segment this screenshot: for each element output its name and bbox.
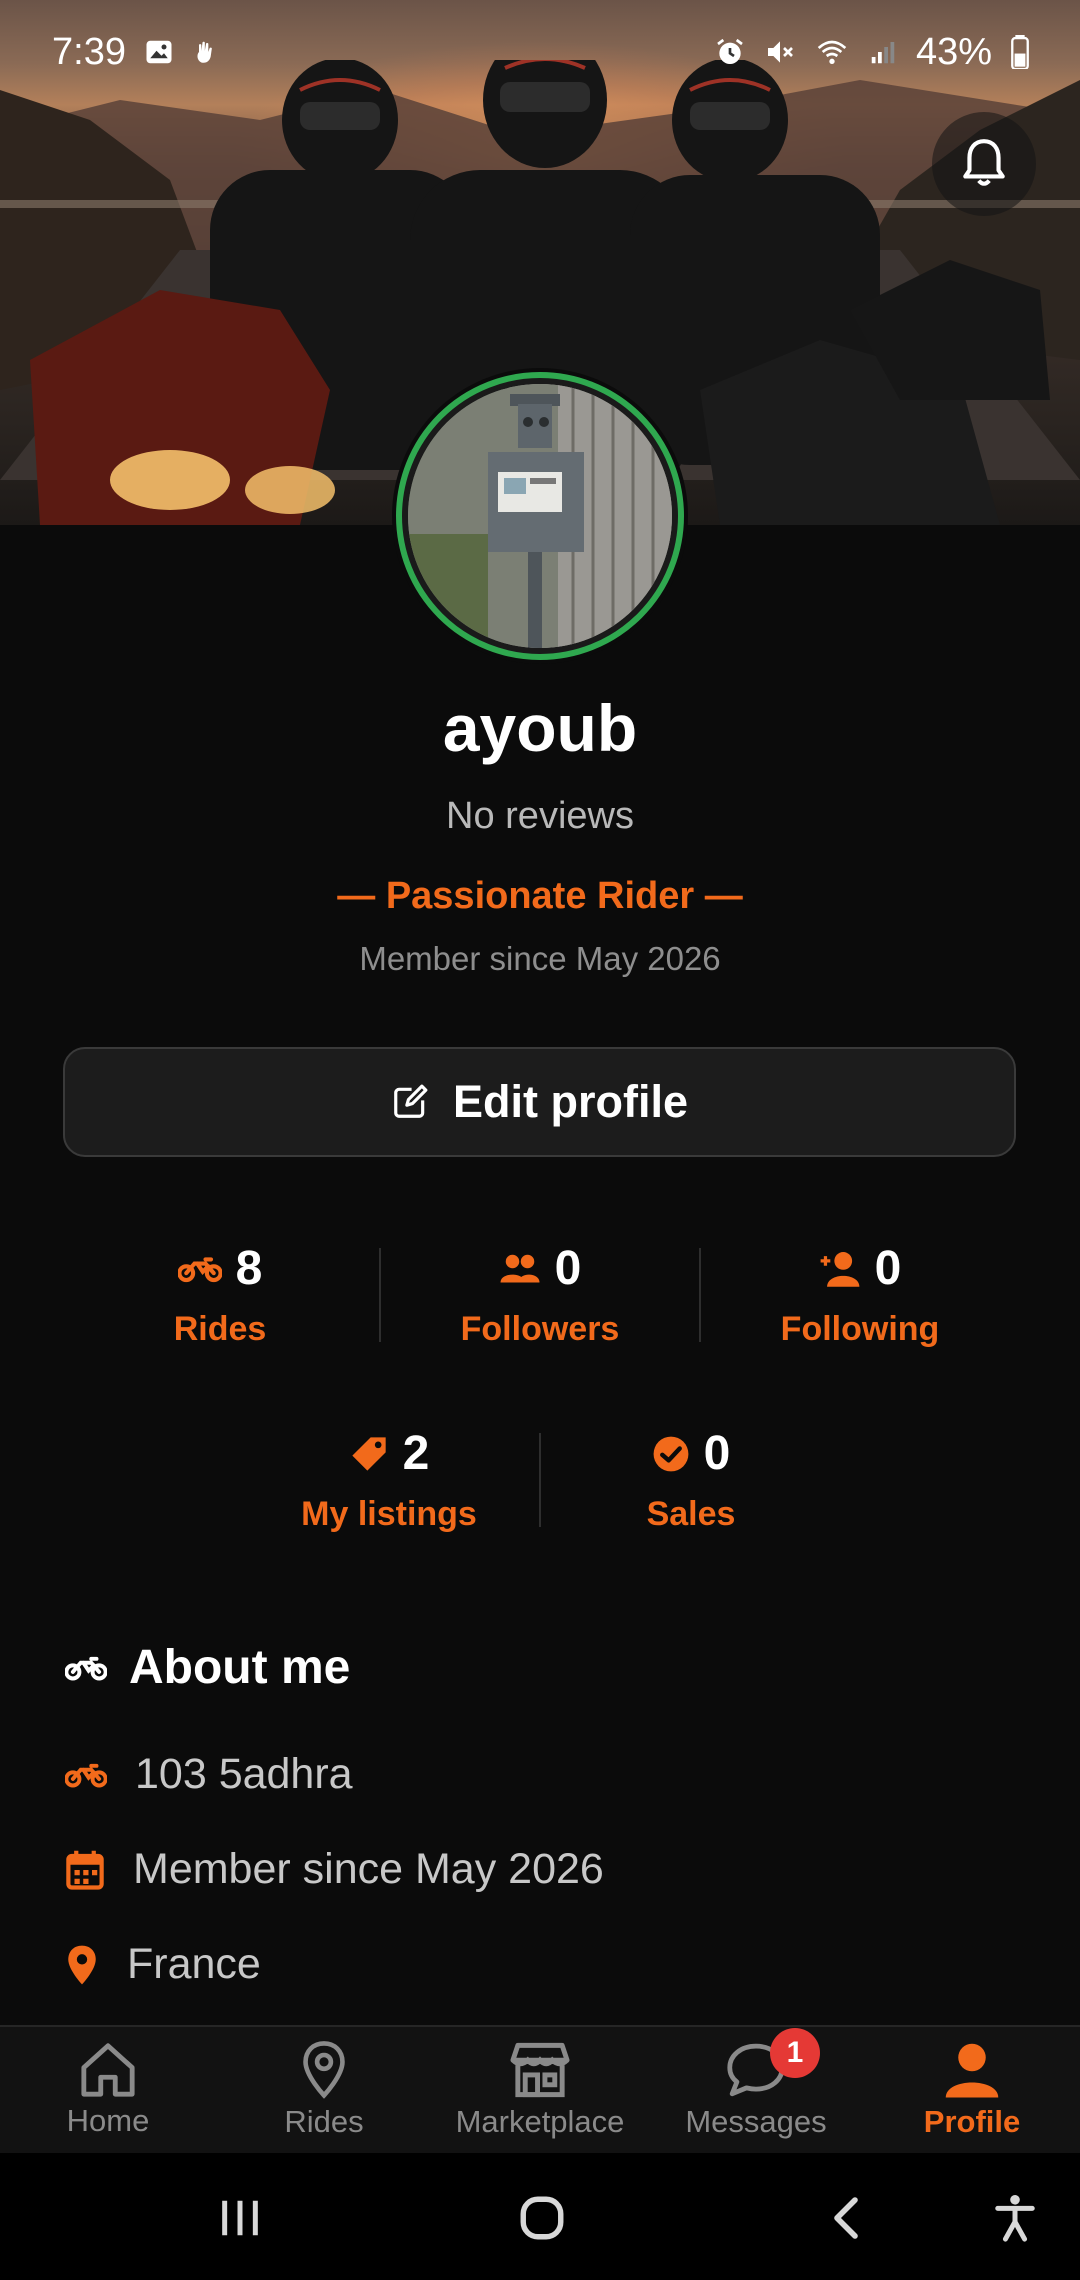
followers-label: Followers [460, 1310, 620, 1348]
followers-icon [500, 1254, 540, 1282]
gallery-icon [146, 40, 172, 64]
about-member-since-text: Member since May 2026 [133, 1845, 604, 1893]
listings-count: 2 [402, 1427, 430, 1480]
mute-icon [767, 41, 793, 63]
bottom-nav: Home Rides Marketplace 1 Messages Profil… [0, 2025, 1080, 2153]
nav-messages[interactable]: 1 Messages [648, 2028, 864, 2140]
avatar-photo [408, 384, 672, 648]
rider-title: — Passionate Rider — [337, 875, 743, 917]
username: ayoub [442, 691, 638, 765]
tag-icon [351, 1436, 386, 1471]
bell-icon [963, 139, 1005, 186]
following-label: Following [780, 1310, 940, 1348]
store-icon [510, 2042, 570, 2098]
edit-profile-label: Edit profile [453, 1076, 688, 1127]
recent-apps-icon [222, 2200, 258, 2236]
about-item-bike: 103 5adhra [65, 1750, 353, 1799]
edit-profile-button[interactable]: Edit profile [63, 1047, 1016, 1157]
sales-label: Sales [646, 1495, 736, 1533]
notifications-button[interactable] [932, 112, 1036, 216]
listings-label: My listings [301, 1495, 477, 1533]
recent-apps-button[interactable] [205, 2183, 275, 2253]
status-bar: 7:39 43% [0, 0, 1080, 104]
following-count: 0 [874, 1242, 902, 1295]
nav-profile[interactable]: Profile [864, 2040, 1080, 2140]
messages-badge: 1 [770, 2028, 820, 2078]
back-button[interactable] [810, 2183, 880, 2253]
stats-primary: 8 Rides 0 Followers 0 Following [0, 1225, 1080, 1365]
status-left: 7:39 [52, 31, 220, 74]
battery-percent: 43% [915, 30, 992, 73]
status-time: 7:39 [52, 30, 126, 73]
about-item-member-since: Member since May 2026 [65, 1845, 604, 1894]
nav-messages-label: Messages [685, 2104, 827, 2139]
stats-secondary: 2 My listings 0 Sales [0, 1410, 1080, 1550]
about-heading-text: About me [129, 1641, 351, 1694]
stat-sales[interactable]: 0 Sales [541, 1410, 841, 1550]
nav-marketplace-label: Marketplace [455, 2104, 625, 2139]
back-icon [834, 2197, 858, 2239]
location-pin-icon [68, 1945, 96, 1984]
motorcycle-icon [65, 1656, 107, 1680]
nav-home-label: Home [66, 2103, 150, 2138]
map-pin-icon [303, 2041, 345, 2099]
home-system-button[interactable] [507, 2183, 577, 2253]
calendar-icon [66, 1850, 104, 1890]
signal-icon [871, 42, 895, 64]
about-location-text: France [127, 1940, 261, 1988]
check-circle-icon [653, 1436, 689, 1471]
motorcycle-icon [177, 1256, 222, 1282]
rides-label: Rides [173, 1310, 267, 1348]
sales-count: 0 [703, 1427, 731, 1480]
home-circle-icon [520, 2196, 564, 2240]
system-nav-bar [0, 2153, 1080, 2280]
hand-icon [197, 41, 212, 63]
about-heading: About me [65, 1640, 350, 1695]
accessibility-button[interactable] [980, 2183, 1050, 2253]
edit-icon [394, 1084, 428, 1118]
add-user-icon [820, 1251, 860, 1287]
avatar[interactable] [396, 372, 684, 660]
nav-marketplace[interactable]: Marketplace [432, 2040, 648, 2140]
stat-following[interactable]: 0 Following [701, 1225, 1019, 1365]
nav-rides[interactable]: Rides [216, 2040, 432, 2140]
status-right: 43% [714, 31, 1030, 74]
battery-icon [1011, 35, 1029, 69]
accessibility-icon [995, 2195, 1035, 2242]
stat-my-listings[interactable]: 2 My listings [239, 1410, 539, 1550]
nav-profile-label: Profile [923, 2104, 1021, 2139]
followers-count: 0 [554, 1242, 582, 1295]
about-item-location: France [65, 1940, 261, 1989]
nav-home[interactable]: Home [0, 2041, 216, 2139]
motorcycle-icon [65, 1763, 107, 1787]
member-since: Member since May 2026 [359, 940, 721, 977]
home-icon [81, 2043, 135, 2097]
wifi-icon [817, 40, 847, 64]
user-icon [945, 2043, 999, 2098]
reviews-text[interactable]: No reviews [0, 795, 1080, 838]
nav-rides-label: Rides [284, 2104, 364, 2139]
about-bike-text: 103 5adhra [135, 1750, 353, 1798]
stat-followers[interactable]: 0 Followers [381, 1225, 699, 1365]
avatar-image [408, 384, 672, 648]
rides-count: 8 [235, 1242, 263, 1295]
alarm-icon [717, 38, 743, 64]
stat-rides[interactable]: 8 Rides [61, 1225, 379, 1365]
